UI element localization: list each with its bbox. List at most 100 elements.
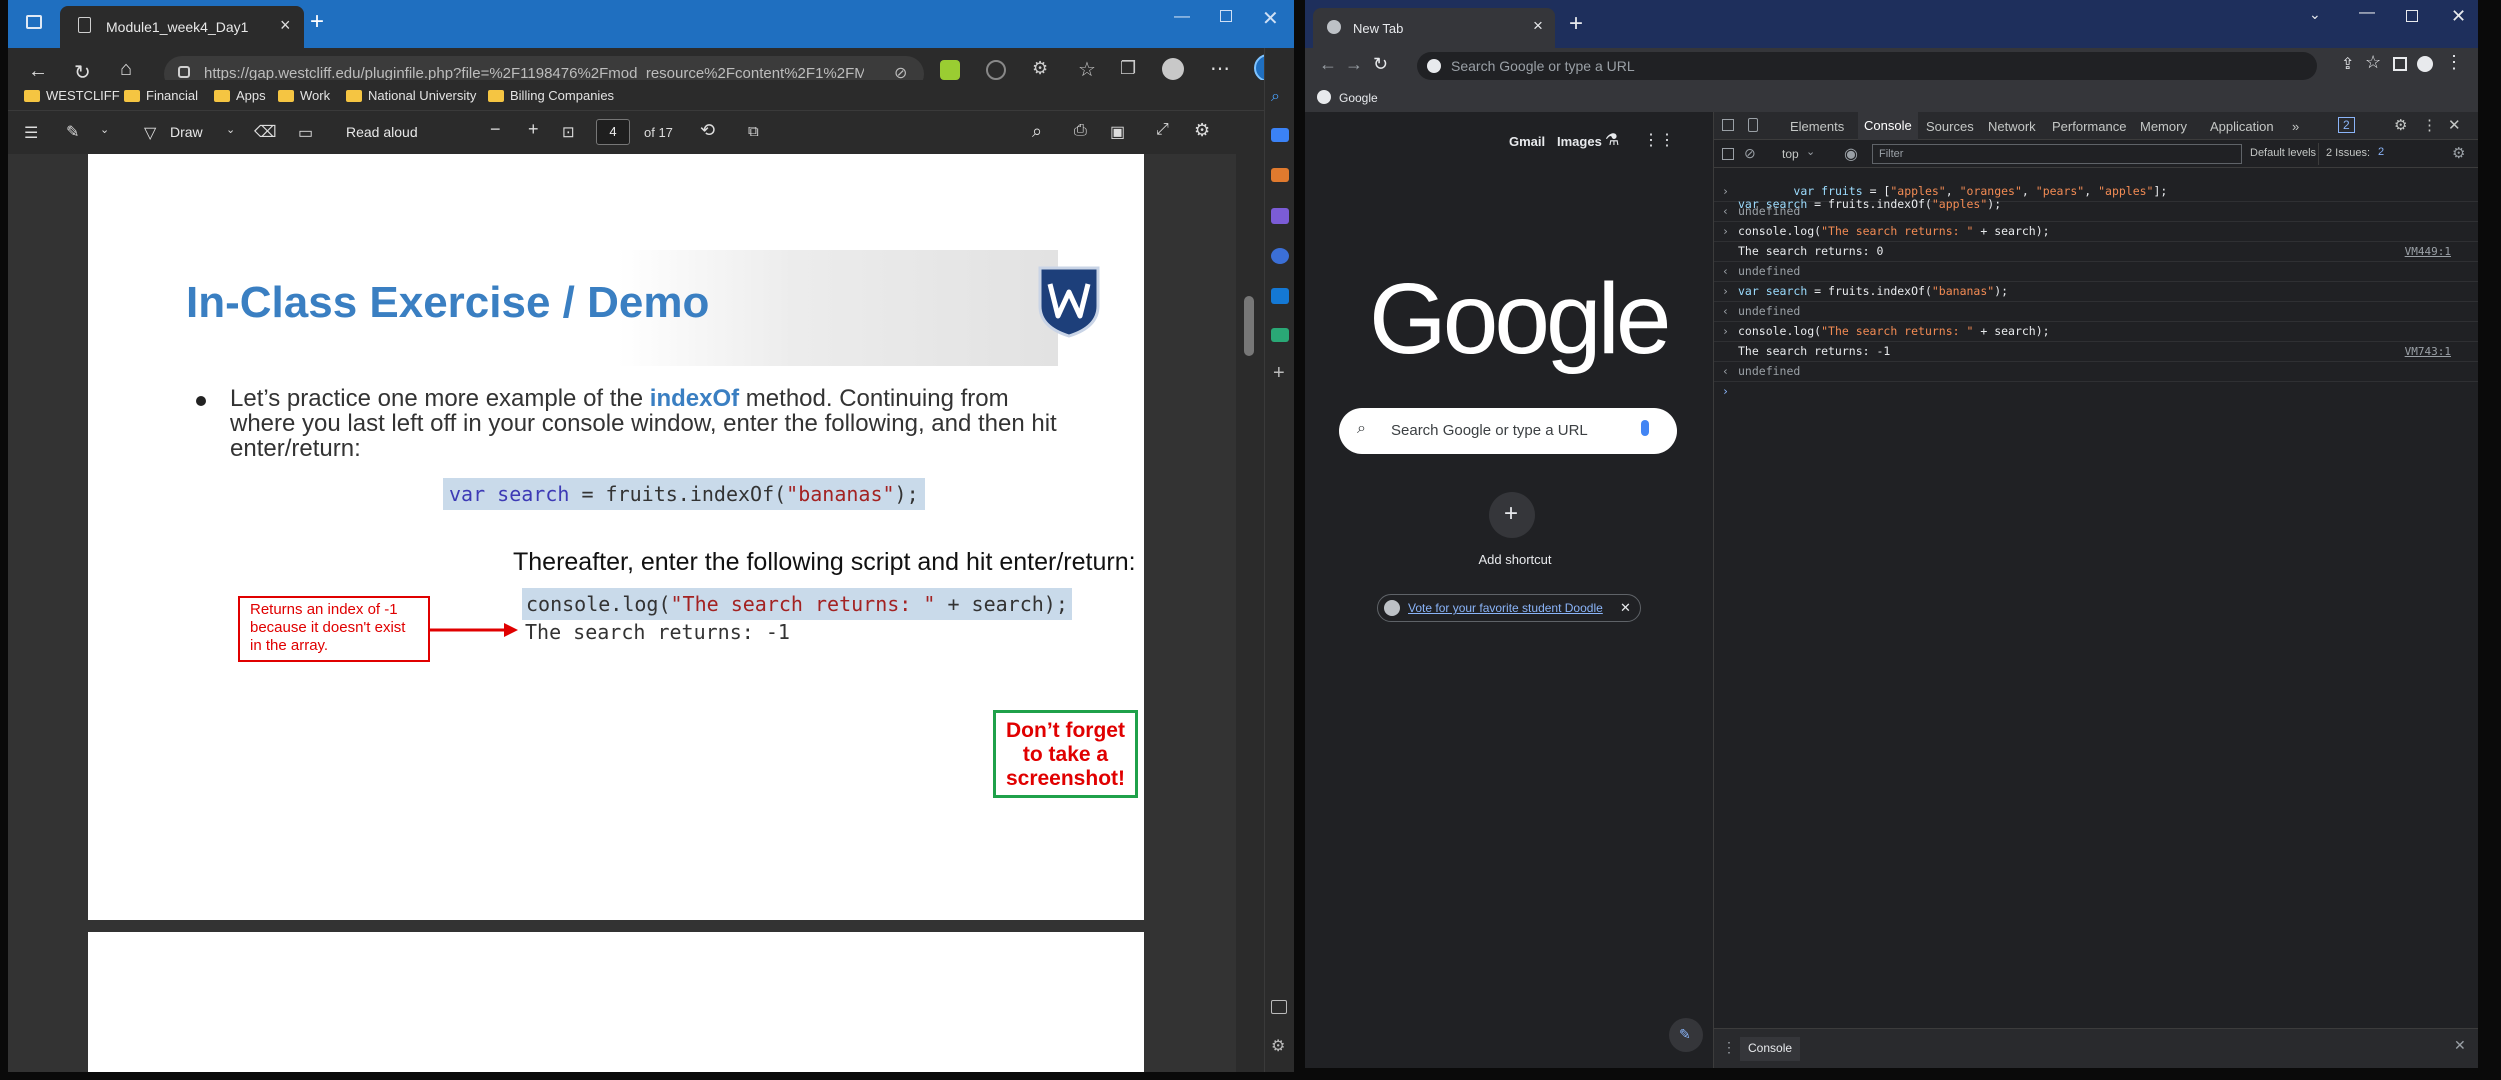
more-tabs-icon[interactable]: » [2292,119,2299,134]
more-menu-icon[interactable]: ⋮ [2445,52,2463,73]
live-expression-eye-icon[interactable]: ◉ [1844,144,1858,164]
ntp-search-placeholder[interactable]: Search Google or type a URL [1391,422,1588,439]
chevron-down-icon[interactable]: ⌄ [1806,145,1815,158]
draw-button[interactable]: Draw [170,124,203,140]
chevron-down-icon[interactable]: ⌄ [100,123,109,136]
bookmark-work[interactable]: Work [278,88,330,103]
pdf-settings-icon[interactable]: ⚙ [1194,120,1210,141]
eraser-icon[interactable]: ⌫ [254,122,277,142]
tab-sources[interactable]: Sources [1926,119,1974,134]
issues-count[interactable]: 2 [2378,146,2384,158]
minimize-icon[interactable]: — [2359,4,2375,22]
tab-performance[interactable]: Performance [2052,119,2126,134]
share-icon[interactable]: ⇪ [2341,54,2354,74]
side-panel-icon[interactable] [2393,57,2407,71]
clear-console-icon[interactable]: ⊘ [1744,145,1756,162]
contents-icon[interactable]: ☰ [24,123,38,143]
add-sidebar-app-icon[interactable]: + [1273,362,1285,385]
bookmark-google[interactable]: Google [1339,91,1378,105]
close-devtools-icon[interactable]: ✕ [2448,116,2461,134]
device-toolbar-icon[interactable] [1748,118,1758,132]
source-link[interactable]: VM449:1 [2405,242,2451,261]
console-prompt[interactable]: › [1714,382,2478,402]
profile-avatar[interactable] [1162,58,1184,80]
sidebar-settings-icon[interactable]: ⚙ [1271,1036,1285,1056]
doodle-link[interactable]: Vote for your favorite student Doodle [1408,601,1603,615]
devtools-settings-icon[interactable]: ⚙ [2394,116,2407,134]
close-tab-icon[interactable]: × [280,15,291,36]
tab-memory[interactable]: Memory [2140,119,2187,134]
drawer-tab-console[interactable]: Console [1740,1037,1801,1061]
home-icon[interactable]: ⌂ [120,58,132,81]
lock-icon[interactable] [178,66,190,78]
console-filter-input[interactable]: Filter [1872,144,2242,164]
more-menu-icon[interactable]: ⋯ [1210,56,1230,81]
customize-chrome-button[interactable]: ✎ [1669,1018,1703,1052]
pdf-viewer[interactable]: In-Class Exercise / Demo Let’s practice … [8,154,1236,1072]
apps-grid-icon[interactable]: ⋮⋮ [1643,130,1675,150]
text-icon[interactable]: ▭ [298,123,313,143]
tab-application[interactable]: Application [2210,119,2274,134]
new-tab-icon[interactable]: + [310,8,324,36]
shopping-icon[interactable] [1271,128,1289,142]
console-settings-icon[interactable]: ⚙ [2452,144,2465,162]
zoom-in-icon[interactable]: + [528,119,539,140]
page-number-input[interactable]: 4 [596,119,630,145]
m365-icon[interactable] [1271,248,1289,264]
images-link[interactable]: Images [1557,134,1602,149]
maximize-icon[interactable] [1220,10,1232,22]
sidebar-toggle-icon[interactable] [1722,148,1734,160]
filter-placeholder[interactable]: Filter [1879,148,1903,160]
labs-flask-icon[interactable]: ⚗ [1605,130,1619,150]
read-aloud-button[interactable]: Read aloud [346,124,418,140]
ntp-search-box[interactable]: ⌕ Search Google or type a URL [1339,408,1677,454]
bookmark-national-university[interactable]: National University [346,88,476,103]
console-output[interactable]: › var fruits = ["apples", "oranges", "pea… [1714,168,2478,1028]
chrome-omnibox[interactable]: Search Google or type a URL [1417,52,2317,80]
bookmark-apps[interactable]: Apps [214,88,266,103]
games-icon[interactable] [1271,208,1289,224]
messages-badge[interactable]: 2 [2338,117,2355,133]
devtools-more-icon[interactable]: ⋮ [2422,116,2437,134]
profile-icon[interactable] [2417,56,2433,72]
gmail-link[interactable]: Gmail [1509,134,1545,149]
fit-page-icon[interactable]: ⊡ [562,123,575,141]
extension-icon-2[interactable] [986,60,1006,80]
tab-console[interactable]: Console [1858,112,1918,140]
microphone-icon[interactable] [1641,420,1649,436]
chrome-tab-active[interactable]: New Tab × [1313,8,1555,48]
close-drawer-icon[interactable]: ✕ [2454,1037,2466,1054]
tools-icon[interactable] [1271,168,1289,182]
bookmark-billing-companies[interactable]: Billing Companies [488,88,614,103]
bookmark-financial[interactable]: Financial [124,88,198,103]
add-shortcut-label[interactable]: Add shortcut [1465,552,1565,567]
bookmark-westcliff[interactable]: WESTCLIFF [24,88,120,103]
doodle-chip[interactable]: Vote for your favorite student Doodle ✕ [1377,594,1641,622]
chevron-down-icon[interactable]: ⌄ [226,123,235,136]
tab-search-icon[interactable]: ⌄ [2309,6,2321,23]
forward-icon[interactable]: → [1345,54,1363,75]
drop-icon[interactable] [1271,328,1289,342]
log-levels-dropdown[interactable]: Default levels [2250,147,2316,159]
omnibox-placeholder[interactable]: Search Google or type a URL [1451,58,1635,74]
minimize-icon[interactable]: — [1174,8,1190,26]
tab-network[interactable]: Network [1988,119,2036,134]
extensions-puzzle-icon[interactable]: ⚙ [1032,58,1048,79]
new-tab-icon[interactable]: + [1569,10,1583,38]
bookmark-star-icon[interactable]: ☆ [2365,52,2381,73]
back-icon[interactable]: ← [1319,54,1337,75]
fullscreen-icon[interactable]: ⤢ [1156,121,1169,139]
scrollbar-thumb[interactable] [1244,296,1254,356]
close-window-icon[interactable]: ✕ [2451,6,2466,27]
search-icon[interactable]: ⌕ [1032,121,1042,142]
draw-icon[interactable]: ▽ [144,123,156,143]
save-icon[interactable]: ▣ [1110,122,1125,142]
add-shortcut-button[interactable]: + [1489,492,1535,538]
refresh-icon[interactable]: ↻ [1373,54,1388,75]
highlight-icon[interactable]: ✎ [66,122,79,142]
rotate-icon[interactable]: ⟲ [700,120,715,141]
print-icon[interactable]: ⎙ [1074,122,1087,140]
outlook-icon[interactable] [1271,288,1289,304]
zoom-out-icon[interactable]: − [490,119,501,140]
tab-elements[interactable]: Elements [1790,119,1844,134]
